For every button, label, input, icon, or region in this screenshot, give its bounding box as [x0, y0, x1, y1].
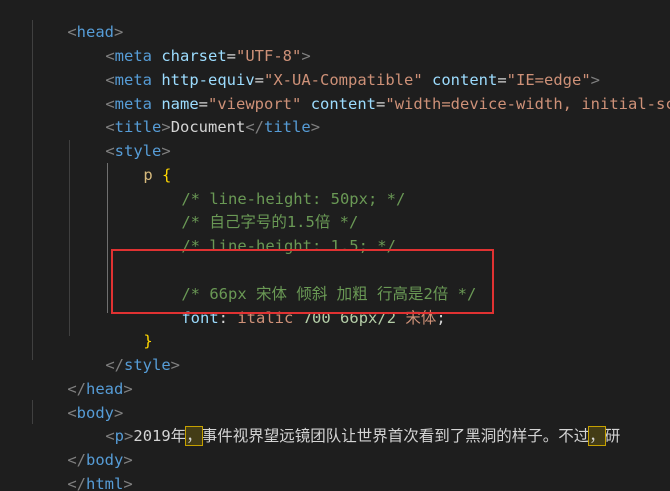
code-line[interactable]: </style>: [68, 330, 180, 374]
code-line[interactable]: <meta name="viewport" content="width=dev…: [68, 69, 670, 113]
code-line[interactable]: <p>2019年，事件视界望远镜团队让世界首次看到了黑洞的样子。不过，研: [68, 401, 620, 446]
highlighted-comma: ，: [588, 425, 606, 446]
token-bracket: >: [310, 117, 321, 136]
code-line[interactable]: </html>: [30, 449, 132, 491]
code-line[interactable]: <meta charset="UTF-8">: [68, 21, 310, 65]
indent-guide: [32, 20, 33, 360]
code-line[interactable]: <style>: [68, 116, 170, 160]
token-number: 700: [302, 308, 331, 327]
code-line[interactable]: <body>: [30, 378, 123, 422]
token-comment: /* line-height: 1.5; */: [181, 236, 396, 255]
highlighted-comma: ，: [185, 425, 203, 446]
token-bracket: >: [123, 474, 133, 491]
code-line[interactable]: <meta http-equiv="X-UA-Compatible" conte…: [68, 45, 600, 89]
token-value: 宋体: [405, 308, 437, 327]
token-colon: :: [218, 308, 228, 327]
code-line[interactable]: font: italic 700 66px/2 宋体;: [144, 283, 445, 327]
token-property: font: [181, 308, 219, 327]
token-bracket: </: [245, 117, 265, 136]
token-text: 研: [604, 426, 621, 445]
token-semicolon: ;: [436, 308, 446, 327]
code-editor[interactable]: <head> <meta charset="UTF-8"> <meta http…: [0, 0, 670, 491]
token-number: 66px/2: [340, 308, 397, 327]
code-line[interactable]: p {: [106, 140, 171, 184]
token-text: Document: [170, 117, 246, 136]
code-line[interactable]: }: [106, 306, 152, 350]
token-bracket: </: [67, 474, 86, 491]
code-line[interactable]: </body>: [30, 425, 132, 469]
code-line[interactable]: <head>: [30, 0, 123, 41]
token-text: 2019年: [133, 426, 187, 445]
token-tag: title: [264, 117, 311, 136]
token-value: italic: [237, 308, 294, 327]
code-line[interactable]: <title>Document</title>: [68, 92, 320, 136]
token-attribute: content: [310, 94, 377, 113]
token-string: "width=device-width, initial-sca: [385, 94, 670, 113]
token-equals: =: [376, 94, 386, 113]
code-line[interactable]: /* line-height: 1.5; */: [144, 211, 396, 255]
token-tag: html: [86, 474, 124, 491]
code-line[interactable]: /* 66px 宋体 倾斜 加粗 行高是2倍 */: [144, 259, 476, 303]
code-line[interactable]: /* line-height: 50px; */: [144, 164, 405, 208]
token-bracket: >: [170, 355, 181, 374]
token-bracket: >: [123, 379, 133, 398]
code-line[interactable]: </head>: [30, 354, 132, 398]
token-text: 事件视界望远镜团队让世界首次看到了黑洞的样子。不过: [201, 426, 590, 445]
code-line[interactable]: /* 自己字号的1.5倍 */: [144, 187, 358, 231]
